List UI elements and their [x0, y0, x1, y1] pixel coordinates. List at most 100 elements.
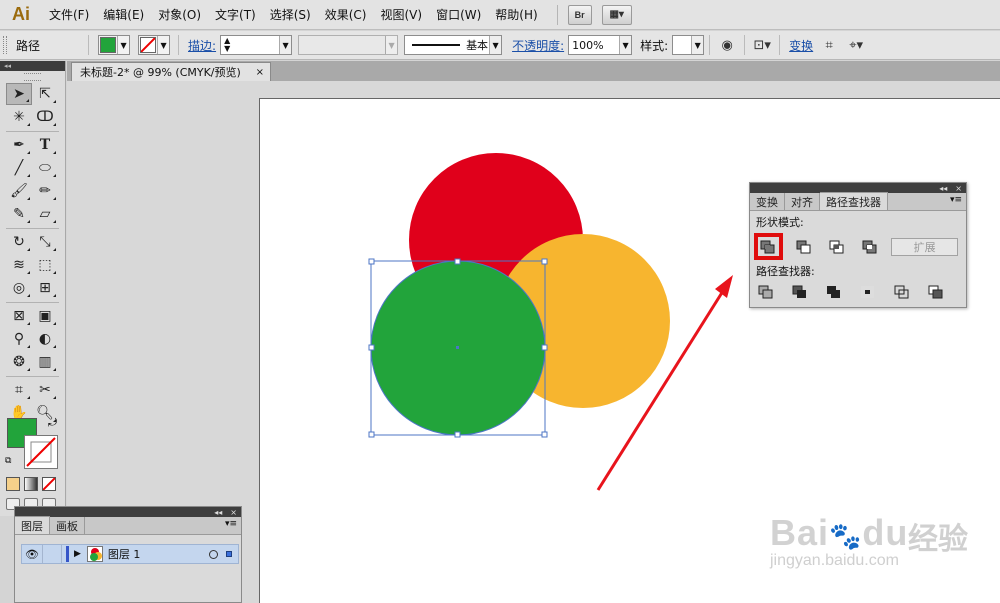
gradient-mode-icon[interactable]	[24, 477, 38, 491]
stroke-weight-field[interactable]: ▲ ▼ ▼	[220, 35, 293, 55]
opacity-field[interactable]: 100% ▼	[568, 35, 633, 55]
blob-brush-tool-icon[interactable]: ✎	[6, 203, 32, 225]
variable-width-profile[interactable]: ▼	[298, 35, 399, 55]
eye-icon[interactable]: 👁︎	[22, 548, 42, 561]
menu-window[interactable]: 窗口(W)	[429, 0, 488, 30]
recolor-artwork-icon[interactable]: ◉	[715, 34, 739, 56]
intersect-button[interactable]	[826, 237, 849, 257]
artboard-tool-icon[interactable]: ⌗	[6, 379, 32, 401]
mesh-tool-icon[interactable]: ⊠	[6, 305, 32, 327]
isolate-icon[interactable]: ⌗	[817, 34, 841, 56]
stroke-stepper-icon[interactable]: ▲ ▼	[224, 37, 230, 53]
arrange-documents-button[interactable]: ▦▾	[601, 4, 632, 25]
stroke-box[interactable]	[24, 435, 58, 469]
eraser-tool-icon[interactable]: ▱	[32, 203, 58, 225]
rotate-tool-icon[interactable]: ↻	[6, 231, 32, 253]
color-mode-icon[interactable]	[6, 477, 20, 491]
scale-tool-icon[interactable]: ⤡	[32, 231, 58, 253]
ellipse-tool-icon[interactable]: ⬭	[32, 157, 58, 179]
warp-tool-icon[interactable]: ≋	[6, 254, 32, 276]
layer-row[interactable]: 👁︎ ▶ 图层 1	[21, 544, 239, 564]
tool-divider	[6, 131, 59, 132]
default-fill-stroke-icon[interactable]: ⧉	[5, 456, 11, 466]
pen-tool-icon[interactable]: ✒	[6, 134, 32, 156]
tool-divider	[6, 228, 59, 229]
opacity-panel-link[interactable]: 不透明度:	[508, 37, 568, 54]
unite-icon	[760, 240, 775, 253]
selection-indicator-icon[interactable]	[226, 551, 232, 557]
slice-tool-icon[interactable]: ✂	[32, 379, 58, 401]
panel-tabs: 变换 对齐 路径查找器 ▾≡	[750, 192, 966, 211]
panel-tabs: 图层 画板 ▾≡	[15, 516, 241, 535]
outline-icon	[894, 285, 909, 299]
opacity-value: 100%	[572, 38, 604, 52]
free-transform-tool-icon[interactable]: ⬚	[32, 254, 58, 276]
symbol-sprayer-tool-icon[interactable]: ❂	[6, 351, 32, 373]
collapse-icon[interactable]: ◂◂	[939, 184, 947, 193]
fill-color-button[interactable]: ▼	[98, 35, 131, 55]
none-mode-icon[interactable]	[42, 477, 56, 491]
menu-edit[interactable]: 编辑(E)	[96, 0, 151, 30]
tab-pathfinder[interactable]: 路径查找器	[820, 192, 888, 210]
paintbrush-tool-icon[interactable]: 🖌	[6, 180, 32, 202]
menu-view[interactable]: 视图(V)	[373, 0, 429, 30]
menu-file[interactable]: 文件(F)	[42, 0, 96, 30]
menu-object[interactable]: 对象(O)	[151, 0, 208, 30]
toolbox-grip[interactable]	[24, 73, 41, 81]
layer-name[interactable]: 图层 1	[108, 546, 141, 562]
lasso-tool-icon[interactable]: ↀ	[32, 106, 58, 128]
menu-select[interactable]: 选择(S)	[263, 0, 318, 30]
target-icon[interactable]	[209, 549, 218, 559]
minus-back-button[interactable]	[924, 282, 948, 302]
eyedropper-tool-icon[interactable]: ⚲	[6, 328, 32, 350]
toolbox-collapse-icon[interactable]: ◂◂	[0, 61, 65, 71]
unite-button[interactable]	[754, 233, 783, 260]
divide-button[interactable]	[754, 282, 778, 302]
collapse-icon[interactable]: ◂◂	[214, 508, 222, 517]
tab-layers[interactable]: 图层	[15, 516, 50, 534]
type-tool-icon[interactable]: T	[32, 134, 58, 156]
close-icon[interactable]: ×	[955, 184, 962, 193]
tab-artboards[interactable]: 画板	[50, 517, 85, 534]
selection-tool-icon[interactable]: ➤	[6, 83, 32, 105]
perspective-grid-tool-icon[interactable]: ⊞	[32, 277, 58, 299]
more-options-icon[interactable]: ⌖▾	[841, 34, 871, 56]
trim-icon	[792, 285, 806, 298]
graphic-style-picker[interactable]: ▼	[672, 35, 705, 55]
brush-definition-field[interactable]: 基本 ▼	[404, 35, 503, 55]
document-tab[interactable]: 未标题-2* @ 99% (CMYK/预览) ×	[71, 62, 271, 81]
line-tool-icon[interactable]: ╱	[6, 157, 32, 179]
trim-button[interactable]	[788, 282, 812, 302]
shape-builder-tool-icon[interactable]: ◎	[6, 277, 32, 299]
magic-wand-tool-icon[interactable]: ✳	[6, 106, 32, 128]
menu-type[interactable]: 文字(T)	[208, 0, 263, 30]
column-graph-tool-icon[interactable]: ▥	[32, 351, 58, 373]
transform-panel-link[interactable]: 变换	[785, 37, 817, 54]
bridge-button[interactable]: Br	[567, 4, 592, 25]
menu-effect[interactable]: 效果(C)	[318, 0, 374, 30]
menu-help[interactable]: 帮助(H)	[488, 0, 544, 30]
crop-button[interactable]	[856, 282, 880, 302]
exclude-button[interactable]	[859, 237, 882, 257]
pencil-tool-icon[interactable]: ✏	[32, 180, 58, 202]
merge-button[interactable]	[822, 282, 846, 302]
panel-menu-icon[interactable]: ▾≡	[225, 519, 237, 529]
expand-button[interactable]: 扩展	[891, 237, 958, 256]
tab-transform[interactable]: 变换	[750, 193, 785, 210]
direct-selection-tool-icon[interactable]: ⇱	[32, 83, 58, 105]
close-icon[interactable]: ×	[256, 67, 264, 78]
swap-fill-stroke-icon[interactable]: ⤾	[48, 416, 57, 430]
expand-arrow-icon[interactable]: ▶	[74, 549, 81, 559]
outline-button[interactable]	[890, 282, 914, 302]
stroke-panel-link[interactable]: 描边:	[184, 37, 220, 54]
reference-point-icon[interactable]: ⊡▾	[750, 34, 774, 56]
panel-menu-icon[interactable]: ▾≡	[950, 195, 962, 205]
lock-toggle[interactable]	[42, 545, 62, 563]
stroke-color-button[interactable]: ▼	[138, 35, 171, 55]
blend-tool-icon[interactable]: ◐	[32, 328, 58, 350]
gradient-tool-icon[interactable]: ▣	[32, 305, 58, 327]
tab-align[interactable]: 对齐	[785, 193, 820, 210]
control-bar-grip[interactable]	[3, 36, 7, 54]
close-icon[interactable]: ×	[230, 508, 237, 517]
minus-front-button[interactable]	[793, 237, 816, 257]
